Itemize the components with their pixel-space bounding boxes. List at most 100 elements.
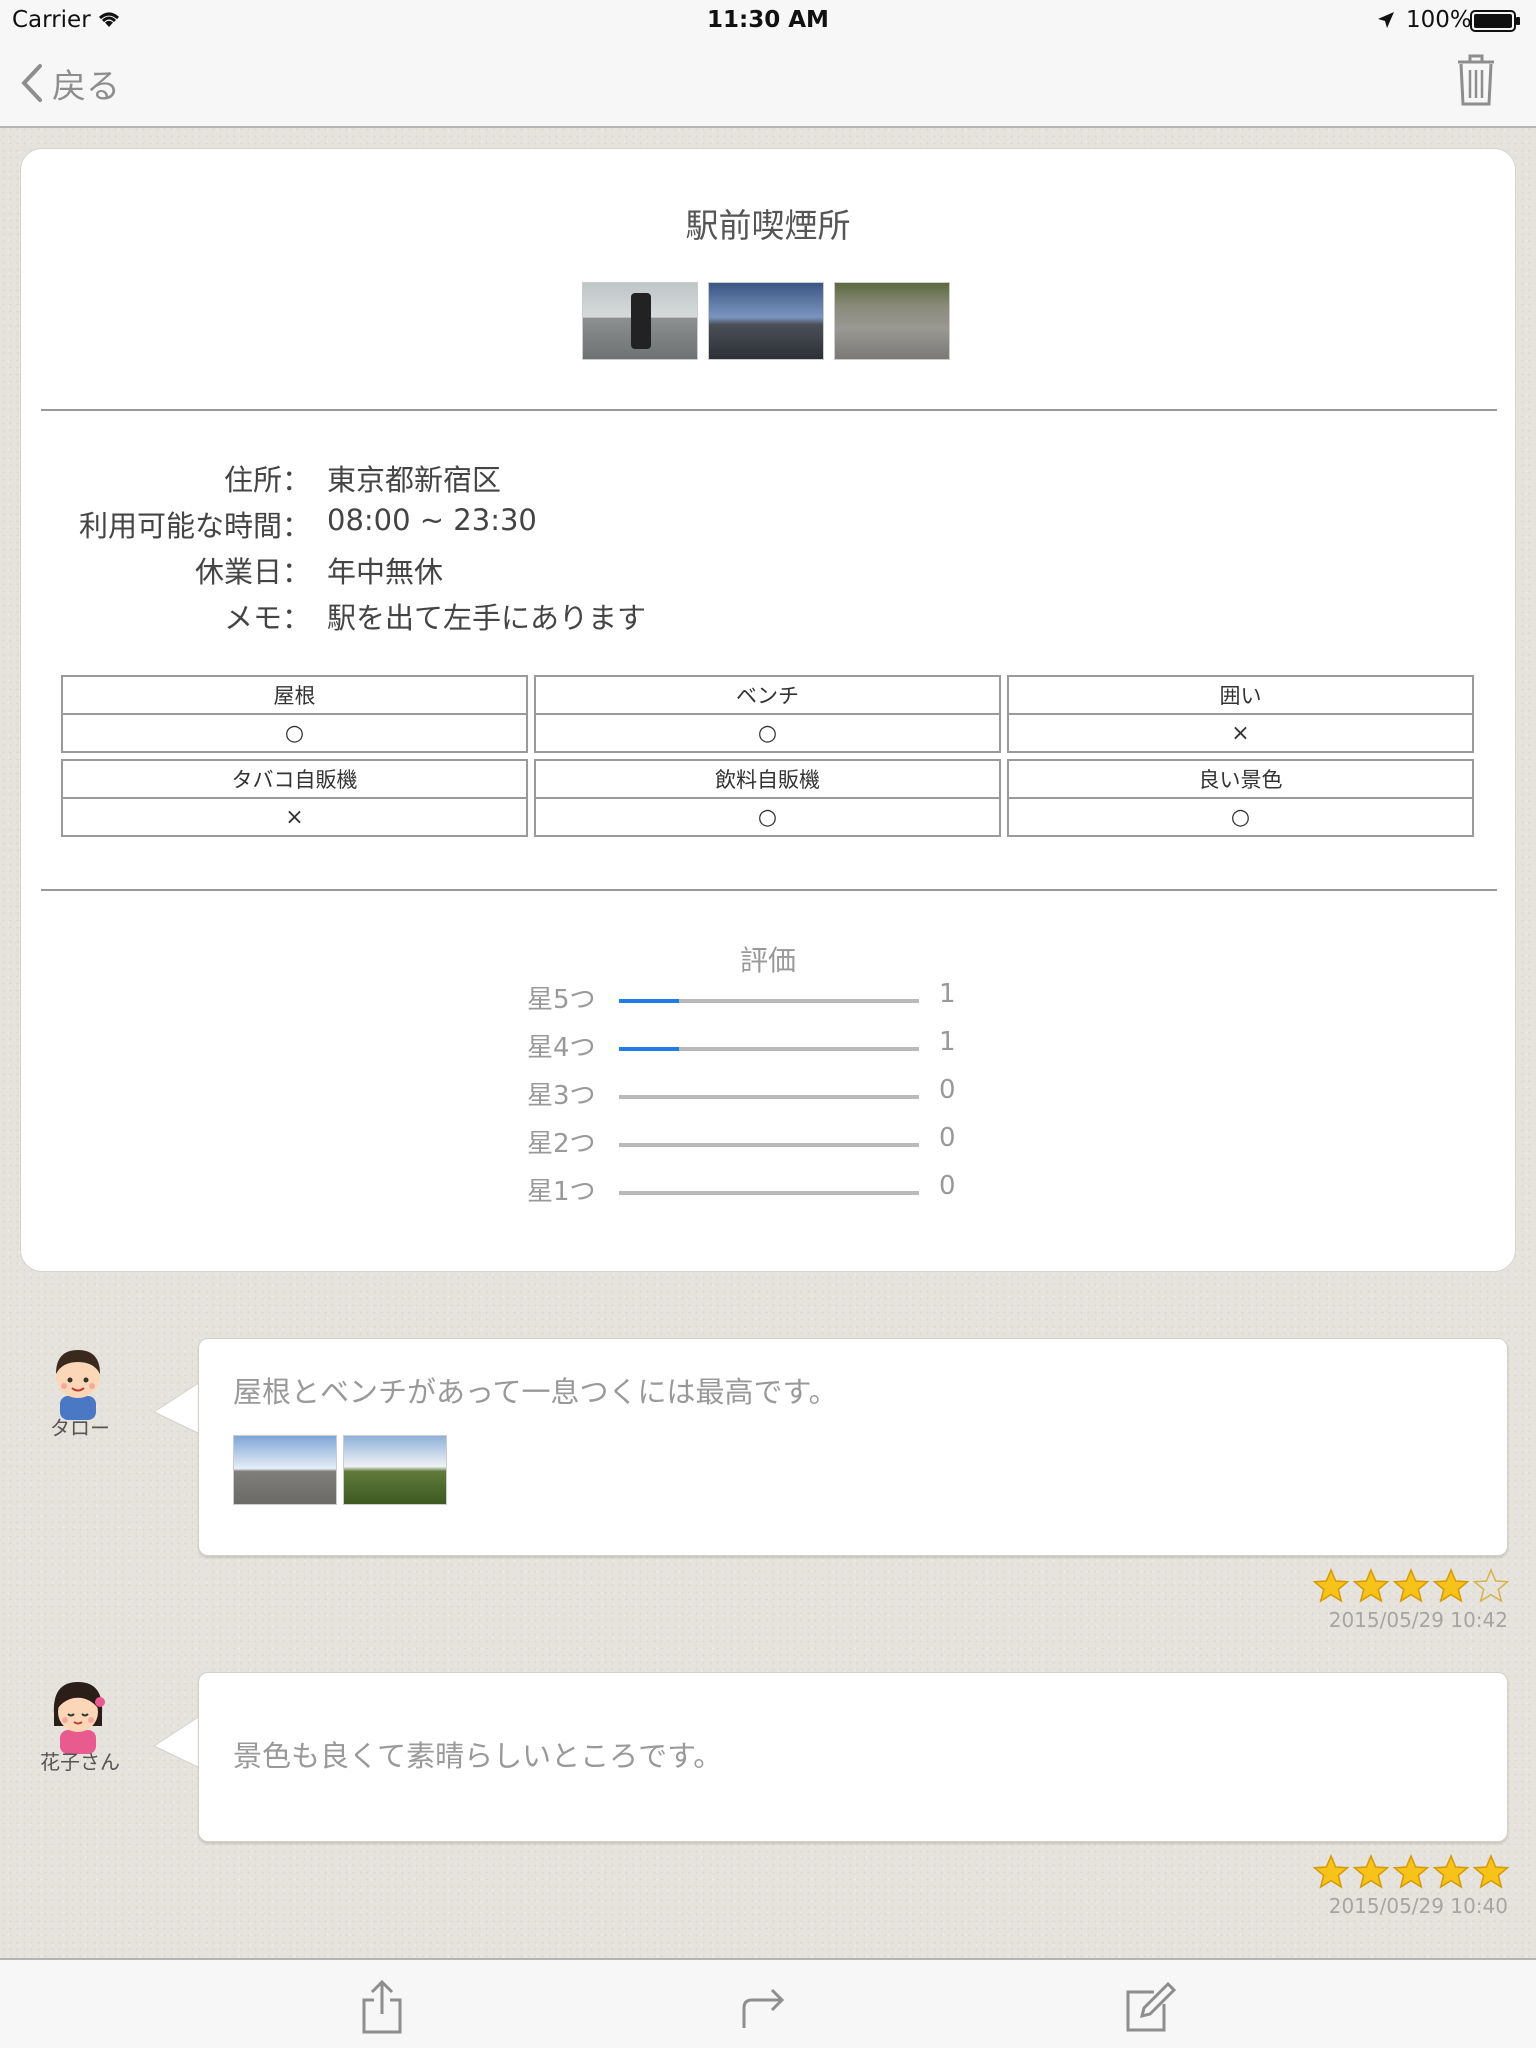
rating-row: 星2つ 0: [523, 1123, 983, 1171]
back-button[interactable]: 戻る: [20, 60, 120, 107]
rating-breakdown: 星5つ 1 星4つ 1 星3つ 0 星2つ 0 星1つ 0: [523, 979, 983, 1219]
rating-label: 星3つ: [527, 1081, 596, 1111]
facility-name: タバコ自販機: [63, 761, 526, 799]
status-bar: Carrier 11:30 AM 100%: [0, 0, 1536, 40]
battery-percent: 100%: [1406, 7, 1472, 33]
spot-photo[interactable]: [582, 282, 698, 360]
rating-count: 1: [939, 1027, 956, 1057]
star-filled-icon: [1352, 1568, 1390, 1608]
star-filled-icon: [1472, 1854, 1510, 1894]
review-date: 2015/05/29 10:42: [1328, 1608, 1508, 1632]
facility-value: ×: [1231, 720, 1250, 746]
rating-title: 評価: [739, 944, 796, 977]
info-value: 東京都新宿区: [327, 463, 502, 497]
review-comment: 景色も良くて素晴らしいところです。: [233, 1739, 723, 1773]
rating-bar-fill: [619, 1047, 679, 1051]
delete-button[interactable]: [1454, 52, 1498, 112]
spot-photo[interactable]: [834, 282, 950, 360]
back-label: 戻る: [52, 66, 120, 107]
rating-label: 星4つ: [527, 1033, 596, 1063]
facility-name: 囲い: [1009, 677, 1472, 715]
rating-bar: [619, 1191, 919, 1195]
rating-row: 星1つ 0: [523, 1171, 983, 1219]
info-value: 駅を出て左手にあります: [327, 601, 647, 635]
status-time: 11:30 AM: [707, 7, 829, 33]
avatar: [44, 1674, 112, 1754]
star-filled-icon: [1392, 1854, 1430, 1894]
star-filled-icon: [1312, 1854, 1350, 1894]
rating-count: 0: [939, 1123, 956, 1153]
facility-value: ○: [757, 804, 778, 830]
star-filled-icon: [1352, 1854, 1390, 1894]
rating-label: 星1つ: [527, 1177, 596, 1207]
divider: [41, 889, 1497, 891]
facility-value: ×: [285, 804, 304, 830]
spot-title: 駅前喫煙所: [685, 206, 851, 245]
review-photo[interactable]: [343, 1435, 447, 1505]
reviewer-name: 花子さん: [40, 1750, 120, 1774]
facility-cell-roof: 屋根 ○: [61, 675, 528, 753]
rating-bar: [619, 1143, 919, 1147]
info-label: メモ：: [223, 601, 311, 635]
review-date: 2015/05/29 10:40: [1328, 1894, 1508, 1918]
rating-count: 0: [939, 1075, 956, 1105]
share-button[interactable]: [360, 1978, 404, 2038]
info-label: 住所：: [223, 463, 311, 497]
trash-icon: [1458, 54, 1494, 106]
star-filled-icon: [1312, 1568, 1350, 1608]
facility-name: 屋根: [63, 677, 526, 715]
rating-bar: [619, 999, 919, 1003]
location-arrow-icon: [1376, 10, 1396, 36]
rating-row: 星5つ 1: [523, 979, 983, 1027]
divider: [41, 409, 1497, 411]
rating-row: 星3つ 0: [523, 1075, 983, 1123]
facility-value: ○: [1230, 804, 1251, 830]
facility-row: 屋根 ○ ベンチ ○ 囲い ×: [61, 675, 1479, 753]
rating-label: 星5つ: [527, 985, 596, 1015]
battery-icon: [1470, 10, 1522, 38]
rating-count: 0: [939, 1171, 956, 1201]
star-filled-icon: [1392, 1568, 1430, 1608]
facility-cell-cigarette-vending: タバコ自販機 ×: [61, 759, 528, 837]
spot-photo[interactable]: [708, 282, 824, 360]
spot-detail-card: 駅前喫煙所 住所： 東京都新宿区 利用可能な時間： 08:00 ~ 23:30 …: [20, 148, 1516, 1272]
facility-name: ベンチ: [536, 677, 999, 715]
review-comment: 屋根とベンチがあって一息つくには最高です。: [233, 1375, 838, 1409]
info-label: 利用可能な時間：: [78, 509, 311, 543]
share-icon: [362, 1979, 402, 2034]
info-label: 休業日：: [194, 555, 311, 589]
facility-name: 飲料自販機: [536, 761, 999, 799]
star-filled-icon: [1432, 1568, 1470, 1608]
rating-bar-fill: [619, 999, 679, 1003]
info-value: 08:00 ~ 23:30: [327, 503, 537, 537]
rating-bar: [619, 1047, 919, 1051]
review-photo[interactable]: [233, 1435, 337, 1505]
rating-count: 1: [939, 979, 956, 1009]
speech-bubble-tail: [152, 1714, 202, 1770]
facility-value: ○: [757, 720, 778, 746]
forward-icon: [742, 1988, 785, 2028]
avatar: [44, 1340, 112, 1420]
edit-icon: [1126, 1981, 1177, 2032]
review-bubble: 屋根とベンチがあって一息つくには最高です。: [198, 1338, 1508, 1556]
facility-cell-enclosure: 囲い ×: [1007, 675, 1474, 753]
rating-row: 星4つ 1: [523, 1027, 983, 1075]
speech-bubble-tail: [152, 1380, 202, 1436]
facility-value: ○: [284, 720, 305, 746]
info-value: 年中無休: [327, 555, 444, 589]
rating-label: 星2つ: [527, 1129, 596, 1159]
facility-row: タバコ自販機 × 飲料自販機 ○ 良い景色 ○: [61, 759, 1479, 837]
edit-button[interactable]: [1124, 1978, 1177, 2038]
bottom-toolbar: [0, 1958, 1536, 2048]
rating-bar: [619, 1095, 919, 1099]
facility-table: 屋根 ○ ベンチ ○ 囲い × タバコ自販機 × 飲料自販機 ○ 良い景色 ○: [61, 675, 1479, 843]
navigation-bar: Carrier 11:30 AM 100% 戻る: [0, 0, 1536, 128]
reviewer-name: タロー: [50, 1416, 110, 1440]
review-stars: [1312, 1568, 1510, 1608]
review-stars: [1312, 1854, 1510, 1894]
facility-cell-drink-vending: 飲料自販機 ○: [534, 759, 1001, 837]
star-filled-icon: [1432, 1854, 1470, 1894]
facility-cell-bench: ベンチ ○: [534, 675, 1001, 753]
forward-button[interactable]: [740, 1978, 788, 2038]
back-chevron-icon: [21, 64, 42, 102]
